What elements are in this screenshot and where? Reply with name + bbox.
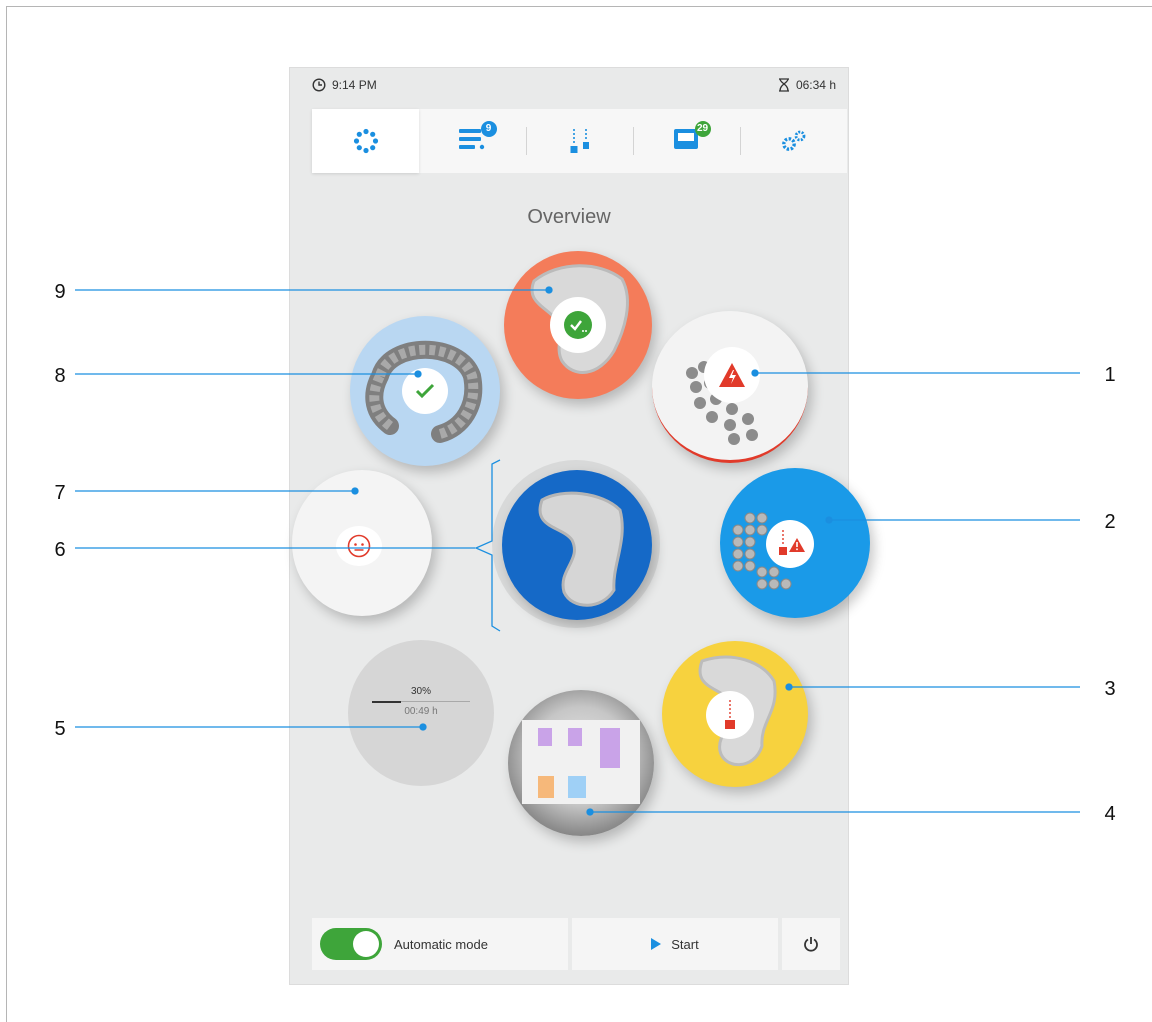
callout-lines <box>75 286 1080 816</box>
callout-number: 9 <box>54 281 66 303</box>
callout-number: 1 <box>1104 364 1116 386</box>
callout-number: 2 <box>1104 511 1116 533</box>
callout-number: 7 <box>54 482 66 504</box>
callout-number: 3 <box>1104 678 1116 700</box>
callout-number: 8 <box>54 365 66 387</box>
callout-number: 5 <box>54 718 66 740</box>
callout-number: 6 <box>54 539 66 561</box>
callout-number: 4 <box>1104 803 1116 825</box>
